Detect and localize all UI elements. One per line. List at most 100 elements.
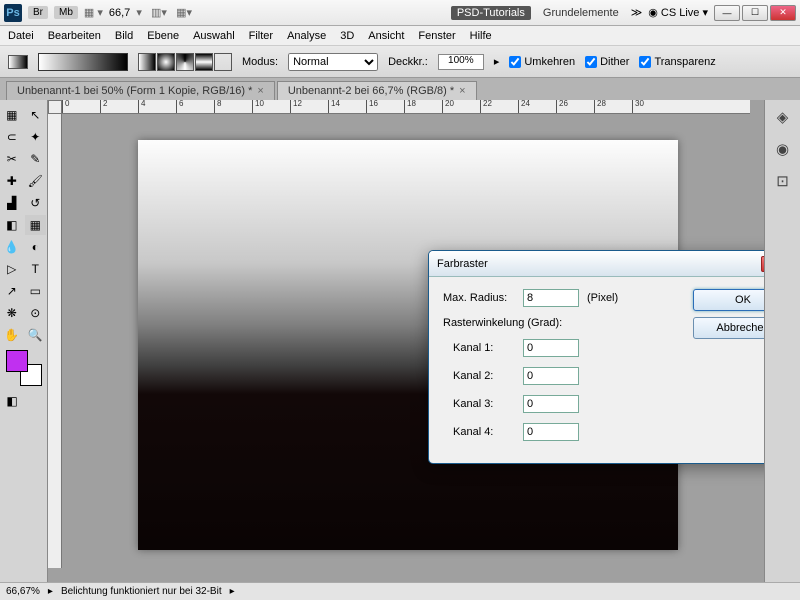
bridge-chip[interactable]: Br bbox=[28, 6, 48, 19]
close-icon[interactable]: × bbox=[459, 85, 465, 97]
kanal1-label: Kanal 1: bbox=[443, 342, 515, 354]
gradient-radial-icon[interactable] bbox=[157, 53, 175, 71]
kanal1-input[interactable] bbox=[523, 339, 579, 357]
menu-datei[interactable]: Datei bbox=[8, 30, 34, 42]
brush-tool-icon[interactable]: 🖌 bbox=[25, 171, 47, 191]
pen-tool-icon[interactable]: ▷ bbox=[1, 259, 23, 279]
paths-panel-icon[interactable]: ⊡ bbox=[772, 170, 794, 192]
close-button[interactable]: ✕ bbox=[770, 5, 796, 21]
workspace-active[interactable]: PSD-Tutorials bbox=[451, 6, 531, 20]
mb-chip[interactable]: Mb bbox=[54, 6, 78, 19]
minimize-button[interactable]: — bbox=[714, 5, 740, 21]
heal-tool-icon[interactable]: ✚ bbox=[1, 171, 23, 191]
dialog-titlebar[interactable]: Farbraster ✕ bbox=[429, 251, 764, 277]
eraser-tool-icon[interactable]: ◧ bbox=[1, 215, 23, 235]
titlebar-sep: ▦ ▾ bbox=[84, 6, 103, 19]
menu-bearbeiten[interactable]: Bearbeiten bbox=[48, 30, 101, 42]
marquee-tool-icon[interactable]: ↖ bbox=[25, 105, 47, 125]
kanal3-label: Kanal 3: bbox=[443, 398, 515, 410]
kanal3-input[interactable] bbox=[523, 395, 579, 413]
toolbox: ▦↖ ⊂✦ ✂✎ ✚🖌 ▟↺ ◧▦ 💧◐ ▷T ↗▭ ❋⊙ ✋🔍 ◧ bbox=[0, 100, 48, 582]
close-icon[interactable]: × bbox=[257, 85, 263, 97]
menubar: Datei Bearbeiten Bild Ebene Auswahl Filt… bbox=[0, 26, 800, 46]
ruler-corner bbox=[48, 100, 62, 114]
history-brush-tool-icon[interactable]: ↺ bbox=[25, 193, 47, 213]
lasso-tool-icon[interactable]: ⊂ bbox=[1, 127, 23, 147]
blur-tool-icon[interactable]: 💧 bbox=[1, 237, 23, 257]
stamp-tool-icon[interactable]: ▟ bbox=[1, 193, 23, 213]
status-message: Belichtung funktioniert nur bei 32-Bit bbox=[61, 586, 222, 597]
gradient-tool-icon[interactable]: ▦ bbox=[25, 215, 47, 235]
eyedropper-tool-icon[interactable]: ✎ bbox=[25, 149, 47, 169]
maximize-button[interactable]: ☐ bbox=[742, 5, 768, 21]
camera-tool-icon[interactable]: ⊙ bbox=[25, 303, 47, 323]
ok-button[interactable]: OK bbox=[693, 289, 764, 311]
dither-checkbox[interactable]: Dither bbox=[585, 56, 629, 68]
gradient-reflected-icon[interactable] bbox=[195, 53, 213, 71]
menu-bild[interactable]: Bild bbox=[115, 30, 133, 42]
wand-tool-icon[interactable]: ✦ bbox=[25, 127, 47, 147]
panel-dock: ◈ ◉ ⊡ bbox=[764, 100, 800, 582]
opacity-flyout-icon[interactable]: ▸ bbox=[494, 55, 500, 68]
status-flyout-icon[interactable]: ▸ bbox=[230, 586, 235, 597]
raster-angle-label: Rasterwinkelung (Grad): bbox=[443, 317, 679, 329]
tool-preset-icon[interactable] bbox=[8, 55, 28, 69]
dialog-close-button[interactable]: ✕ bbox=[761, 256, 764, 272]
farbraster-dialog: Farbraster ✕ Max. Radius: (Pixel) Raster… bbox=[428, 250, 764, 464]
menu-fenster[interactable]: Fenster bbox=[418, 30, 455, 42]
hand-tool-icon[interactable]: ✋ bbox=[1, 325, 23, 345]
status-scrub-icon[interactable]: ▸ bbox=[48, 586, 53, 597]
kanal2-input[interactable] bbox=[523, 367, 579, 385]
kanal4-label: Kanal 4: bbox=[443, 426, 515, 438]
color-swatches[interactable] bbox=[6, 350, 42, 386]
workspace-other[interactable]: Grundelemente bbox=[537, 6, 625, 20]
app-icon: Ps bbox=[4, 4, 22, 22]
menu-hilfe[interactable]: Hilfe bbox=[470, 30, 492, 42]
menu-ansicht[interactable]: Ansicht bbox=[368, 30, 404, 42]
dialog-title: Farbraster bbox=[437, 258, 488, 270]
ruler-vertical[interactable] bbox=[48, 114, 62, 568]
gradient-diamond-icon[interactable] bbox=[214, 53, 232, 71]
menu-analyse[interactable]: Analyse bbox=[287, 30, 326, 42]
pixel-label: (Pixel) bbox=[587, 292, 618, 304]
menu-ebene[interactable]: Ebene bbox=[147, 30, 179, 42]
menu-3d[interactable]: 3D bbox=[340, 30, 354, 42]
cancel-button[interactable]: Abbrechen bbox=[693, 317, 764, 339]
max-radius-input[interactable] bbox=[523, 289, 579, 307]
menu-filter[interactable]: Filter bbox=[249, 30, 273, 42]
status-zoom[interactable]: 66,67% bbox=[6, 586, 40, 597]
cslive-button[interactable]: ◉ CS Live ▾ bbox=[648, 6, 708, 19]
3d-tool-icon[interactable]: ❋ bbox=[1, 303, 23, 323]
kanal4-input[interactable] bbox=[523, 423, 579, 441]
shape-tool-icon[interactable]: ▭ bbox=[25, 281, 47, 301]
move-tool-icon[interactable]: ▦ bbox=[1, 105, 23, 125]
layers-panel-icon[interactable]: ◈ bbox=[772, 106, 794, 128]
foreground-swatch[interactable] bbox=[6, 350, 28, 372]
type-tool-icon[interactable]: T bbox=[25, 259, 47, 279]
ruler-horizontal[interactable]: 024681012141618202224262830 bbox=[62, 100, 750, 114]
document-tab[interactable]: Unbenannt-1 bei 50% (Form 1 Kopie, RGB/1… bbox=[6, 81, 275, 100]
gradient-picker[interactable] bbox=[38, 53, 128, 71]
max-radius-label: Max. Radius: bbox=[443, 292, 515, 304]
menu-auswahl[interactable]: Auswahl bbox=[193, 30, 235, 42]
reverse-checkbox[interactable]: Umkehren bbox=[509, 56, 575, 68]
statusbar: 66,67% ▸ Belichtung funktioniert nur bei… bbox=[0, 582, 800, 600]
gradient-angle-icon[interactable] bbox=[176, 53, 194, 71]
document-tabs: Unbenannt-1 bei 50% (Form 1 Kopie, RGB/1… bbox=[0, 78, 800, 100]
titlebar: Ps Br Mb ▦ ▾ 66,7 ▾ ▥▾ ▦▾ PSD-Tutorials … bbox=[0, 0, 800, 26]
transparency-checkbox[interactable]: Transparenz bbox=[639, 56, 715, 68]
titlebar-controls[interactable]: ▾ ▥▾ ▦▾ bbox=[136, 6, 192, 19]
channels-panel-icon[interactable]: ◉ bbox=[772, 138, 794, 160]
gradient-type-group bbox=[138, 53, 232, 71]
mode-select[interactable]: Normal bbox=[288, 53, 378, 71]
gradient-linear-icon[interactable] bbox=[138, 53, 156, 71]
dodge-tool-icon[interactable]: ◐ bbox=[25, 237, 47, 257]
path-tool-icon[interactable]: ↗ bbox=[1, 281, 23, 301]
quickmask-icon[interactable]: ◧ bbox=[1, 391, 23, 411]
opacity-input[interactable]: 100% bbox=[438, 54, 484, 70]
zoom-tool-icon[interactable]: 🔍 bbox=[25, 325, 47, 345]
zoom-display[interactable]: 66,7 bbox=[109, 7, 130, 19]
document-tab[interactable]: Unbenannt-2 bei 66,7% (RGB/8) *× bbox=[277, 81, 477, 100]
workspace-more-icon[interactable]: ≫ bbox=[631, 6, 643, 19]
crop-tool-icon[interactable]: ✂ bbox=[1, 149, 23, 169]
